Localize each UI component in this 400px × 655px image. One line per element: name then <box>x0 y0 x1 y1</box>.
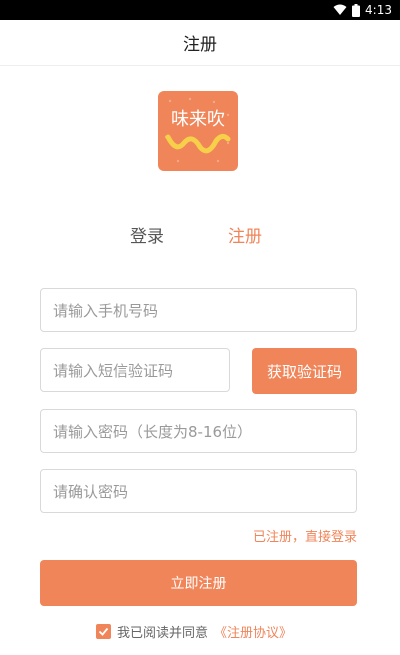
agreement-text: 我已阅读并同意 <box>117 626 209 641</box>
app-logo: 味来吹 <box>158 91 238 171</box>
get-code-button[interactable]: 获取验证码 <box>252 348 357 394</box>
status-right: 4:13 <box>333 2 392 18</box>
confirm-password-placeholder: 请确认密码 <box>53 482 129 501</box>
wifi-icon <box>333 4 347 15</box>
register-button[interactable]: 立即注册 <box>40 560 357 606</box>
battery-icon <box>352 3 361 17</box>
logo-wave <box>165 133 231 154</box>
title-bar: 注册 <box>0 20 400 66</box>
status-time: 4:13 <box>365 3 392 17</box>
agreement-row: 我已阅读并同意 《注册协议》 <box>96 622 292 641</box>
password-input[interactable]: 请输入密码（长度为8-16位） <box>40 409 357 453</box>
agreement-link[interactable]: 《注册协议》 <box>214 622 292 641</box>
confirm-password-input[interactable]: 请确认密码 <box>40 469 357 513</box>
agreement-checkbox[interactable] <box>96 624 111 639</box>
phone-input[interactable]: 请输入手机号码 <box>40 288 357 332</box>
tab-register[interactable]: 注册 <box>228 222 262 247</box>
sms-code-input[interactable]: 请输入短信验证码 <box>40 348 230 392</box>
phone-placeholder: 请输入手机号码 <box>53 301 159 320</box>
checkmark-icon <box>98 627 109 636</box>
password-placeholder: 请输入密码（长度为8-16位） <box>53 422 253 441</box>
status-bar: 4:13 <box>0 0 400 20</box>
go-login-link[interactable]: 已注册，直接登录 <box>253 526 357 545</box>
auth-tabs: 登录 注册 <box>0 222 400 250</box>
page-title: 注册 <box>183 35 217 55</box>
tab-login[interactable]: 登录 <box>130 222 164 247</box>
sms-code-placeholder: 请输入短信验证码 <box>53 361 174 380</box>
